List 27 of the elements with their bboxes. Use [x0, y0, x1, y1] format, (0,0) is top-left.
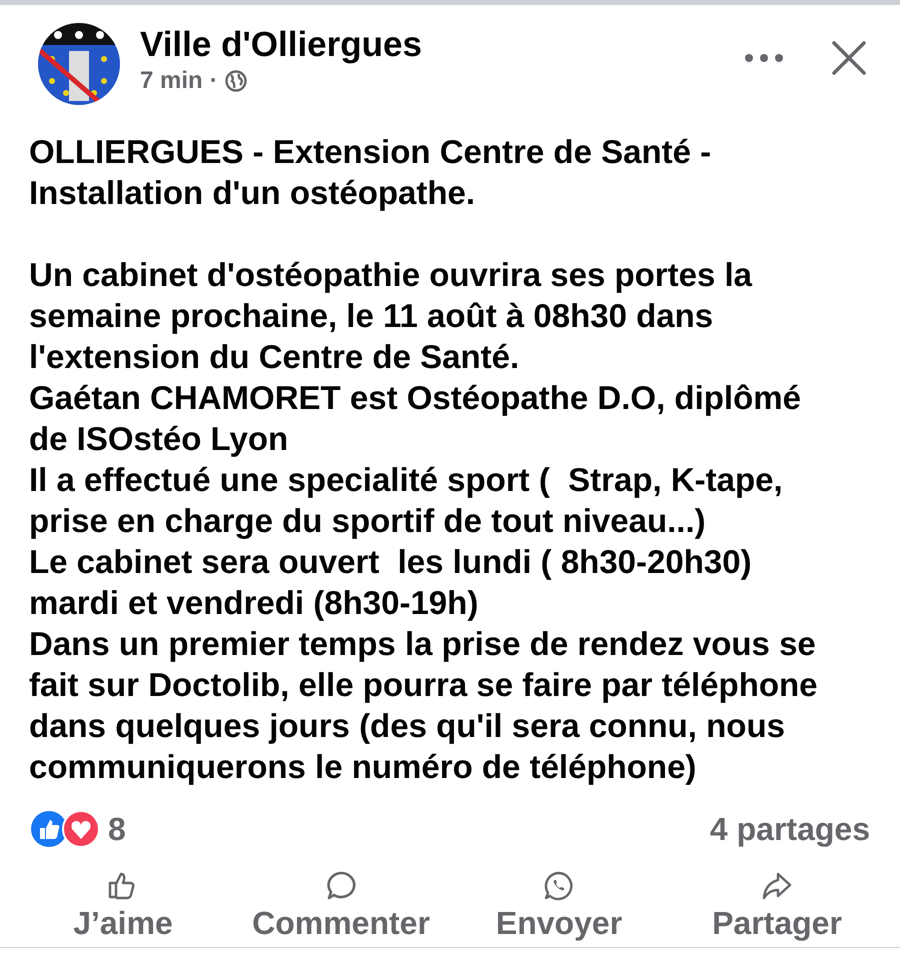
post-text-line: dans quelques jours (des qu'il sera connu, nous — [29, 706, 785, 746]
post-text-line: Le cabinet sera ouvert les lundi ( 8h30-20h30) — [29, 542, 752, 582]
globe-icon — [224, 70, 247, 92]
post-text-line: de ISOstéo Lyon — [29, 419, 288, 459]
action-label[interactable]: J’aime — [73, 905, 173, 941]
action-label[interactable]: Partager — [712, 905, 842, 941]
more-icon[interactable] — [744, 53, 784, 63]
post-text-line: prise en charge du sportif de tout niveau...) — [29, 501, 706, 541]
post-text-line: Dans un premier temps la prise de rendez vous se — [29, 624, 816, 664]
post-text-line: fait sur Doctolib, elle pourra se faire par téléphone — [29, 665, 818, 705]
close-icon[interactable] — [832, 41, 866, 75]
post-text-line: communiquerons le numéro de téléphone) — [29, 747, 696, 787]
separator: · — [210, 67, 218, 95]
post-text-line: Installation d'un ostéopathe. — [29, 173, 476, 213]
post-text-line: semaine prochaine, le 11 août à 08h30 dans — [29, 296, 714, 336]
post-text-line: Il a effectué une specialité sport ( Strap, K-tape, — [29, 460, 783, 500]
post-time[interactable]: 7 min — [140, 67, 203, 95]
post-text-line: Gaétan CHAMORET est Ostéopathe D.O, diplômé — [29, 378, 801, 418]
action-label[interactable]: Commenter — [252, 905, 430, 941]
reaction-count[interactable]: 8 — [108, 805, 126, 853]
shares-count[interactable]: 4 partages — [710, 805, 870, 853]
page-name[interactable]: Ville d'Olliergues — [140, 25, 422, 65]
post-text-line: OLLIERGUES - Extension Centre de Santé - — [29, 132, 712, 172]
action-label[interactable]: Envoyer — [496, 905, 622, 941]
post-text-line: mardi et vendredi (8h30-19h) — [29, 583, 478, 623]
post-text-line: l'extension du Centre de Santé. — [29, 337, 520, 377]
post-text-line: Un cabinet d'ostéopathie ouvrira ses portes la — [29, 255, 752, 295]
